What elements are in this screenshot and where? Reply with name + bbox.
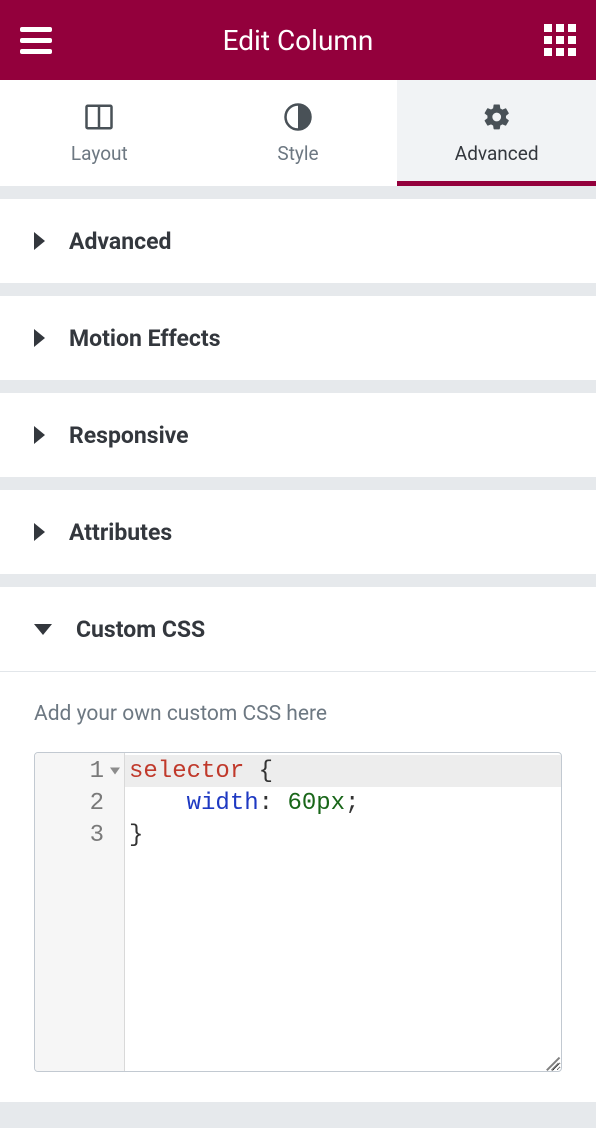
css-selector: selector <box>129 758 244 785</box>
section-advanced-title: Advanced <box>69 228 171 255</box>
customcss-panel: Add your own custom CSS here 1 2 3 selec… <box>0 672 596 1072</box>
chevron-down-icon <box>34 624 52 635</box>
section-attributes-header[interactable]: Attributes <box>0 490 596 574</box>
section-customcss-header[interactable]: Custom CSS <box>0 587 596 671</box>
layout-icon <box>84 102 114 132</box>
tab-layout[interactable]: Layout <box>0 80 199 186</box>
gutter-number: 1 <box>90 758 104 785</box>
panel-padding <box>0 1072 596 1102</box>
section-responsive-title: Responsive <box>69 422 189 449</box>
section-motion-header[interactable]: Motion Effects <box>0 296 596 380</box>
style-icon <box>283 102 313 132</box>
section-attributes-title: Attributes <box>69 519 172 546</box>
section-customcss: Custom CSS Add your own custom CSS here … <box>0 587 596 1102</box>
tab-style-label: Style <box>277 142 318 165</box>
code-line-2: width: 60px; <box>129 787 557 819</box>
css-brace: { <box>244 758 273 785</box>
chevron-right-icon <box>34 426 45 444</box>
section-responsive-header[interactable]: Responsive <box>0 393 596 477</box>
section-attributes: Attributes <box>0 490 596 574</box>
css-colon: : <box>259 790 288 817</box>
fold-icon[interactable] <box>110 768 120 775</box>
code-area[interactable]: selector { width: 60px; } <box>125 753 561 1071</box>
header-title: Edit Column <box>223 24 374 57</box>
css-semicolon: ; <box>345 790 359 817</box>
tab-style[interactable]: Style <box>199 80 398 186</box>
app-header: Edit Column <box>0 0 596 80</box>
indent <box>129 790 187 817</box>
section-customcss-title: Custom CSS <box>76 616 205 643</box>
code-line-3: } <box>129 819 557 851</box>
tab-advanced[interactable]: Advanced <box>397 80 596 186</box>
gear-icon <box>482 102 512 132</box>
code-line-1: selector { <box>129 755 557 787</box>
css-value: 60px <box>287 790 345 817</box>
gutter-number: 3 <box>90 822 104 849</box>
gutter-line-1: 1 <box>35 755 124 787</box>
gutter-number: 2 <box>90 790 104 817</box>
section-motion: Motion Effects <box>0 296 596 380</box>
section-advanced-header[interactable]: Advanced <box>0 199 596 283</box>
chevron-right-icon <box>34 232 45 250</box>
tabs: Layout Style Advanced <box>0 80 596 186</box>
css-property: width <box>187 790 259 817</box>
section-advanced: Advanced <box>0 199 596 283</box>
gutter-line-2: 2 <box>35 787 124 819</box>
menu-icon[interactable] <box>20 27 52 54</box>
chevron-right-icon <box>34 329 45 347</box>
section-motion-title: Motion Effects <box>69 325 221 352</box>
code-gutter: 1 2 3 <box>35 753 125 1071</box>
section-responsive: Responsive <box>0 393 596 477</box>
apps-icon[interactable] <box>544 24 576 56</box>
css-brace: } <box>129 822 143 849</box>
chevron-right-icon <box>34 523 45 541</box>
customcss-editor[interactable]: 1 2 3 selector { width: 60px; } <box>34 752 562 1072</box>
customcss-hint: Add your own custom CSS here <box>34 702 562 726</box>
gutter-line-3: 3 <box>35 819 124 851</box>
tab-layout-label: Layout <box>71 142 128 165</box>
tab-advanced-label: Advanced <box>455 142 539 165</box>
